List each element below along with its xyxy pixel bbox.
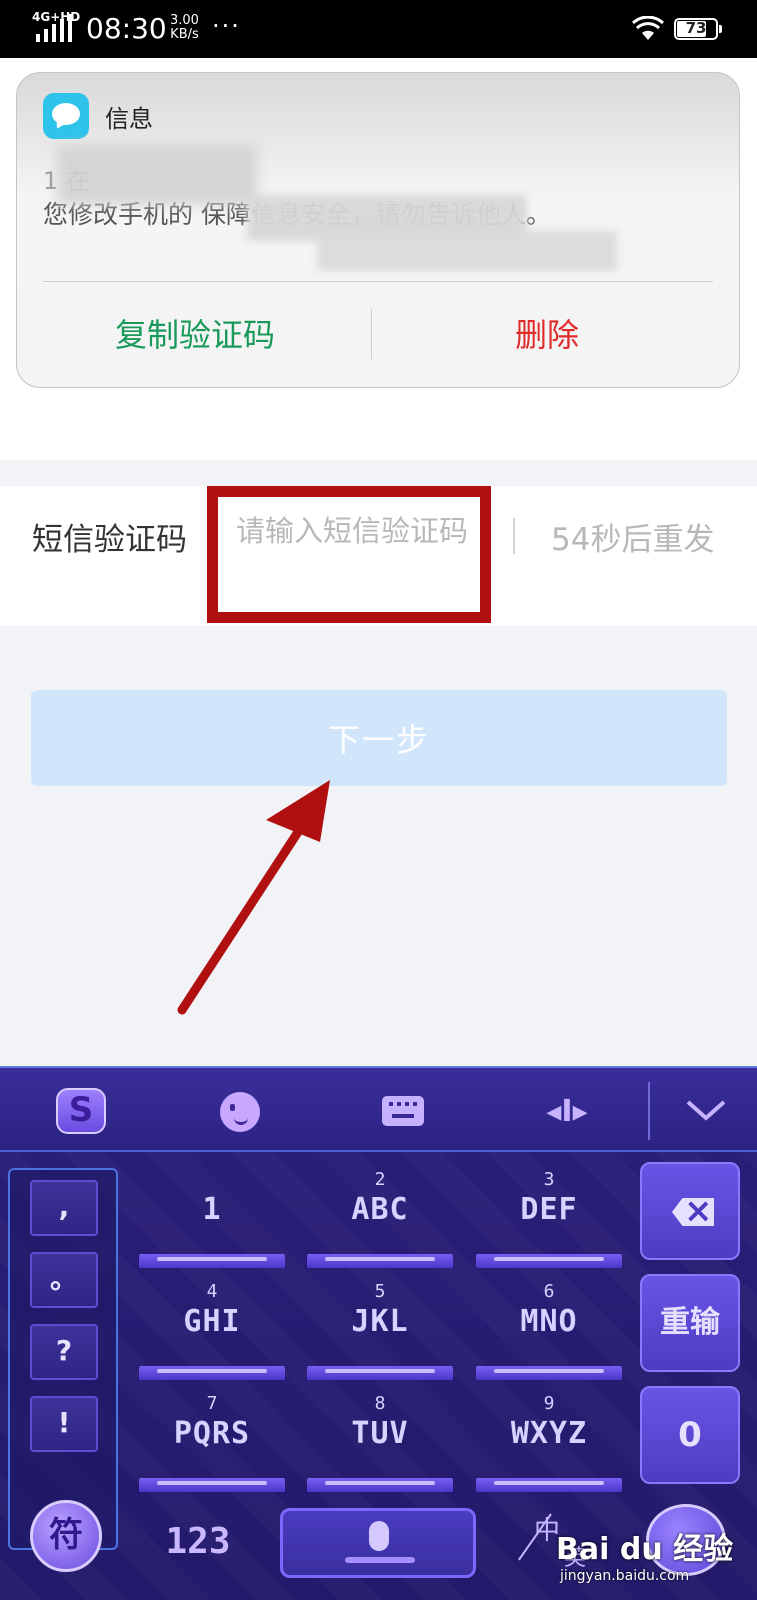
key-base bbox=[139, 1366, 285, 1380]
annotation-arrow-icon bbox=[177, 780, 330, 1015]
space-voice-button[interactable] bbox=[280, 1508, 476, 1578]
status-bar: 4G+HD 08:30 3.00 KB/s ··· 73 bbox=[0, 0, 757, 58]
key-base bbox=[476, 1478, 622, 1492]
symbol-column: , 。 ? ! bbox=[8, 1168, 118, 1550]
number-toggle-button[interactable]: 123 bbox=[150, 1512, 246, 1572]
key-8[interactable]: 8 TUV bbox=[305, 1392, 455, 1492]
key-base bbox=[307, 1366, 453, 1380]
symbol-key-period[interactable]: 。 bbox=[30, 1252, 98, 1308]
delete-button[interactable]: 删除 bbox=[397, 301, 697, 369]
key-letters: 1 bbox=[202, 1192, 222, 1227]
sms-code-label: 短信验证码 bbox=[32, 522, 187, 558]
microphone-icon bbox=[369, 1521, 389, 1551]
keyboard-layout-icon[interactable] bbox=[382, 1096, 424, 1126]
next-step-button[interactable]: 下一步 bbox=[31, 690, 727, 786]
network-type: 4G+HD bbox=[32, 10, 81, 24]
privacy-blur bbox=[57, 145, 257, 205]
key-digit bbox=[137, 1168, 287, 1192]
divider bbox=[648, 1082, 650, 1140]
key-digit: 8 bbox=[374, 1393, 386, 1414]
battery-percent: 73 bbox=[685, 19, 707, 37]
reset-key[interactable]: 重输 bbox=[640, 1274, 740, 1372]
key-letters: JKL bbox=[351, 1304, 409, 1339]
copy-code-button[interactable]: 复制验证码 bbox=[45, 301, 345, 369]
annotation-highlight-box bbox=[207, 486, 491, 623]
wifi-icon bbox=[632, 16, 664, 40]
enter-button[interactable] bbox=[646, 1504, 726, 1576]
symbol-key-comma[interactable]: , bbox=[30, 1180, 98, 1236]
key-3[interactable]: 3 DEF bbox=[474, 1168, 624, 1268]
network-speed-unit: KB/s bbox=[170, 27, 199, 42]
sogou-logo-icon[interactable]: S bbox=[56, 1088, 106, 1134]
lang-en-label: 英 bbox=[564, 1546, 587, 1571]
key-base bbox=[139, 1478, 285, 1492]
divider bbox=[513, 518, 515, 554]
keyboard-toolbar: S ◂I▸ bbox=[0, 1066, 757, 1152]
key-4[interactable]: 4 GHI bbox=[137, 1280, 287, 1380]
key-letters: ABC bbox=[351, 1192, 409, 1227]
clock: 08:30 bbox=[86, 12, 167, 45]
key-base bbox=[476, 1366, 622, 1380]
network-speed: 3.00 KB/s bbox=[170, 14, 199, 42]
key-letters: WXYZ bbox=[510, 1416, 588, 1451]
key-1[interactable]: 1 bbox=[137, 1168, 287, 1268]
cursor-move-icon[interactable]: ◂I▸ bbox=[545, 1092, 589, 1132]
chevron-down-icon[interactable] bbox=[684, 1090, 728, 1130]
key-digit: 6 bbox=[543, 1281, 555, 1302]
key-5[interactable]: 5 JKL bbox=[305, 1280, 455, 1380]
notification-app-name: 信息 bbox=[105, 105, 153, 133]
key-7[interactable]: 7 PQRS bbox=[137, 1392, 287, 1492]
key-letters: MNO bbox=[520, 1304, 578, 1339]
network-speed-value: 3.00 bbox=[170, 13, 199, 28]
zero-key[interactable]: 0 bbox=[640, 1386, 740, 1484]
resend-countdown[interactable]: 54秒后重发 bbox=[551, 514, 714, 559]
key-letters: TUV bbox=[351, 1416, 409, 1451]
privacy-blur bbox=[317, 231, 617, 271]
key-letters: PQRS bbox=[173, 1416, 251, 1451]
key-base bbox=[307, 1478, 453, 1492]
key-letters: DEF bbox=[520, 1192, 578, 1227]
key-base bbox=[307, 1254, 453, 1268]
divider bbox=[43, 281, 713, 282]
key-digit: 2 bbox=[374, 1169, 386, 1190]
key-2[interactable]: 2 ABC bbox=[305, 1168, 455, 1268]
key-6[interactable]: 6 MNO bbox=[474, 1280, 624, 1380]
symbol-key-question[interactable]: ? bbox=[30, 1324, 98, 1380]
voice-bar bbox=[345, 1557, 415, 1563]
divider bbox=[371, 309, 372, 359]
backspace-key[interactable] bbox=[640, 1162, 740, 1260]
sms-notification[interactable]: 信息 1 在 您修改手机的 保障信息安全，请勿告诉他人。 复制验证码 删除 bbox=[16, 72, 740, 388]
language-toggle-button[interactable]: 中 英 bbox=[518, 1510, 614, 1576]
key-letters: GHI bbox=[183, 1304, 241, 1339]
key-digit: 3 bbox=[543, 1169, 555, 1190]
symbol-toggle-button[interactable]: 符 bbox=[30, 1500, 102, 1572]
messages-app-icon bbox=[43, 93, 89, 139]
key-digit: 7 bbox=[206, 1393, 218, 1414]
battery-icon: 73 bbox=[674, 18, 722, 40]
symbol-key-exclaim[interactable]: ! bbox=[30, 1396, 98, 1452]
key-digit: 5 bbox=[374, 1281, 386, 1302]
emoji-icon[interactable] bbox=[220, 1092, 260, 1132]
key-base bbox=[476, 1254, 622, 1268]
key-9[interactable]: 9 WXYZ bbox=[474, 1392, 624, 1492]
more-dots-icon: ··· bbox=[212, 12, 241, 40]
key-digit: 9 bbox=[543, 1393, 555, 1414]
key-digit: 4 bbox=[206, 1281, 218, 1302]
key-base bbox=[139, 1254, 285, 1268]
